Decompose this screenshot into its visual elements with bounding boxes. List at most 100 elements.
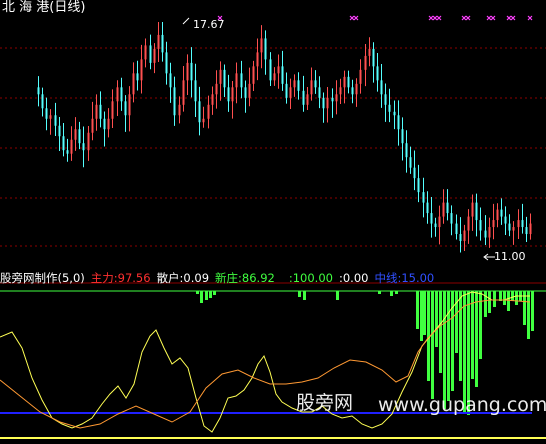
- candle-body: [289, 87, 292, 98]
- candle-body: [58, 125, 61, 137]
- candle-body: [231, 87, 234, 102]
- zhuli-bar: [431, 291, 434, 399]
- candle-body: [103, 118, 106, 130]
- candle-body: [223, 69, 226, 88]
- candle-body: [45, 108, 48, 119]
- candle-body: [455, 223, 458, 235]
- candle-body: [442, 202, 445, 217]
- zhuli-bar: [443, 291, 446, 409]
- signal-marker: [486, 15, 492, 21]
- candle-body: [434, 223, 437, 228]
- candle-body: [173, 87, 176, 116]
- zhuli-bar: [455, 291, 458, 353]
- candle-body: [521, 220, 524, 228]
- candle-body: [343, 76, 346, 88]
- candle-body: [351, 87, 354, 95]
- candle-body: [388, 104, 391, 112]
- candle-body: [165, 52, 168, 74]
- candle-body: [273, 73, 276, 81]
- candle-body: [384, 94, 387, 105]
- zhuli-bar: [475, 291, 478, 387]
- zhuli-bar: [507, 291, 510, 311]
- candle-body: [240, 73, 243, 88]
- candle-body: [111, 101, 114, 119]
- candle-body: [248, 83, 251, 98]
- candle-body: [401, 129, 404, 144]
- v100-value: :100.00: [288, 271, 333, 285]
- candle-body: [91, 118, 94, 133]
- signal-marker: [465, 15, 471, 21]
- candle-body: [359, 69, 362, 84]
- candle-body: [525, 227, 528, 235]
- zhuli-bar: [511, 291, 514, 301]
- kline-chart[interactable]: [0, 0, 546, 444]
- v0-value: :0.00: [338, 271, 369, 285]
- high-annotation: [182, 17, 190, 25]
- candle-body: [438, 216, 441, 228]
- candle-body: [484, 230, 487, 238]
- signal-markers: [217, 15, 533, 21]
- candle-body: [49, 115, 52, 119]
- candle-body: [202, 118, 205, 123]
- signal-marker: [510, 15, 516, 21]
- candle-body: [326, 97, 329, 109]
- candle-body: [95, 104, 98, 119]
- candle-body: [368, 48, 371, 56]
- candle-body: [397, 115, 400, 130]
- candle-body: [54, 115, 57, 126]
- candle-body: [463, 230, 466, 242]
- candle-body: [194, 80, 197, 102]
- candle-body: [252, 66, 255, 84]
- zhuli-bar: [390, 291, 393, 296]
- candle-body: [504, 216, 507, 224]
- candle-body: [140, 59, 143, 81]
- signal-marker: [461, 15, 467, 21]
- candle-body: [335, 94, 338, 102]
- candle-body: [136, 73, 139, 81]
- zhuli-bar: [298, 291, 301, 297]
- candle-body: [78, 129, 81, 144]
- zhuli-bar: [213, 291, 216, 295]
- candle-body: [413, 167, 416, 179]
- candle-body: [128, 94, 131, 116]
- candle-body: [87, 132, 90, 151]
- candle-body: [161, 34, 164, 53]
- candle-body: [364, 55, 367, 70]
- candle-body: [492, 220, 495, 228]
- candle-body: [99, 104, 102, 119]
- candle-body: [235, 73, 238, 88]
- candle-body: [41, 94, 44, 109]
- signal-marker: [527, 15, 533, 21]
- candle-body: [446, 202, 449, 214]
- candle-body: [529, 223, 532, 235]
- sanhu-value: 散户:0.09: [156, 271, 210, 285]
- watermark-url: www.gupang.com: [378, 394, 546, 416]
- candle-body: [372, 48, 375, 67]
- chart-title: 北 海 港(日线): [2, 0, 86, 15]
- zhongxian-value: 中线:15.00: [374, 271, 435, 285]
- zhuli-bar: [527, 291, 530, 339]
- candle-body: [405, 143, 408, 158]
- candle-body: [37, 87, 40, 95]
- zhuli-value: 主力:97.56: [90, 271, 151, 285]
- candle-body: [306, 94, 309, 105]
- candle-body: [116, 87, 119, 102]
- low-price-label: 11.00: [494, 250, 526, 263]
- candle-body: [66, 150, 69, 154]
- zhuli-bar: [488, 291, 491, 313]
- zhuli-bar: [196, 291, 199, 294]
- candlesticks: [37, 22, 532, 253]
- candle-body: [500, 209, 503, 217]
- candle-body: [285, 83, 288, 98]
- zhuli-bar: [209, 291, 212, 298]
- zhuli-bar: [471, 291, 474, 379]
- zhuli-bar: [200, 291, 203, 303]
- candle-body: [207, 104, 210, 119]
- candle-body: [459, 234, 462, 242]
- candle-body: [393, 111, 396, 116]
- signal-marker: [506, 15, 512, 21]
- zhuli-bar: [420, 291, 423, 341]
- candle-body: [169, 73, 172, 88]
- candle-body: [496, 209, 499, 221]
- zhuli-bar: [378, 291, 381, 294]
